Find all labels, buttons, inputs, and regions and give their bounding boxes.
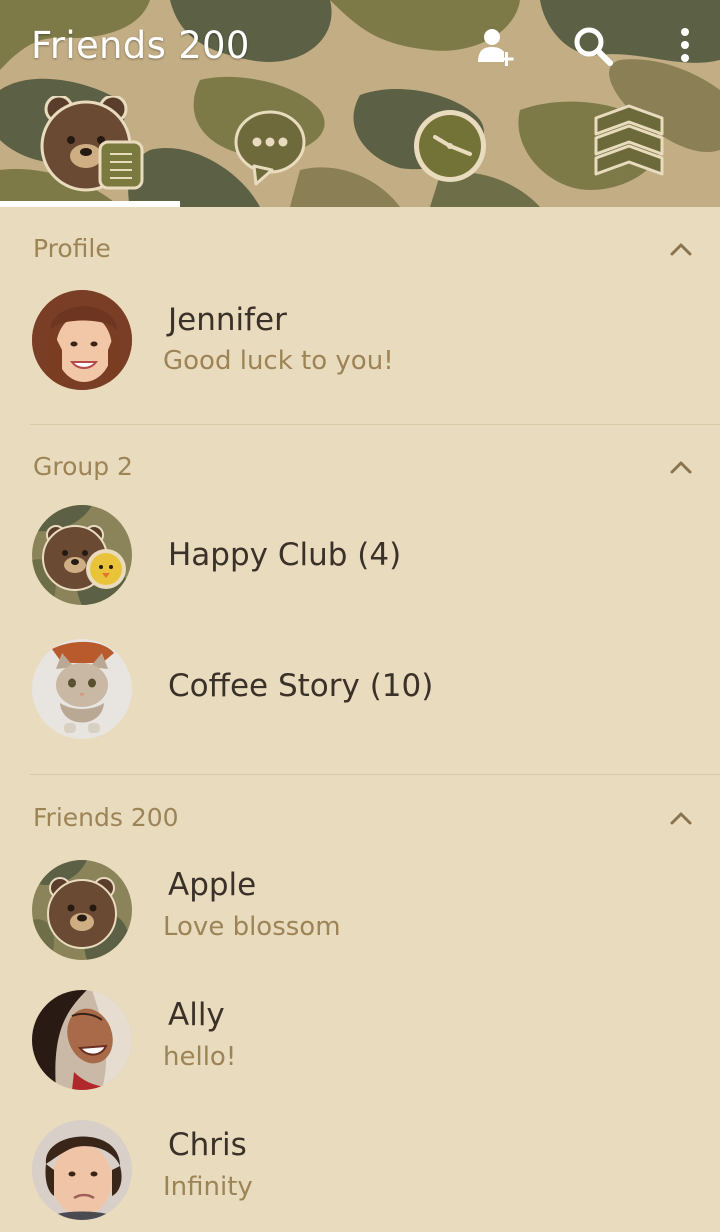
avatar[interactable] (32, 860, 132, 960)
more-options-icon[interactable] (663, 24, 707, 68)
avatar[interactable] (32, 990, 132, 1090)
friend-status: Good luck to you! (163, 346, 394, 376)
section-title: Friends 200 (33, 803, 179, 832)
add-friend-icon[interactable] (474, 24, 518, 68)
friend-name: Ally (168, 997, 225, 1033)
list-item-coffee-story[interactable]: Coffee Story (10) (0, 639, 720, 739)
chevron-up-icon[interactable] (668, 457, 694, 477)
list-item-chris[interactable]: Chris Infinity (0, 1120, 720, 1220)
selected-tab-indicator (0, 201, 180, 207)
list-item-ally[interactable]: Ally hello! (0, 990, 720, 1090)
chevron-up-icon[interactable] (668, 808, 694, 828)
section-title: Group 2 (33, 452, 133, 481)
app-header: Friends 200 (0, 0, 720, 207)
friend-name: Jennifer (168, 302, 287, 338)
friend-name: Chris (168, 1127, 247, 1163)
divider (30, 424, 720, 425)
section-header-groups[interactable]: Group 2 (0, 447, 720, 487)
friend-status: Infinity (163, 1172, 253, 1202)
friend-status: Love blossom (163, 912, 341, 942)
search-icon[interactable] (571, 24, 615, 68)
friends-tab-icon[interactable] (36, 94, 146, 200)
list-item-apple[interactable]: Apple Love blossom (0, 860, 720, 960)
chats-tab-icon[interactable] (232, 96, 312, 200)
section-title: Profile (33, 234, 111, 263)
list-item-jennifer[interactable]: Jennifer Good luck to you! (0, 290, 720, 390)
group-name: Happy Club (4) (168, 537, 402, 573)
friend-name: Apple (168, 867, 257, 903)
avatar[interactable] (32, 505, 132, 605)
avatar[interactable] (32, 290, 132, 390)
timeline-tab-icon[interactable] (410, 96, 490, 200)
chevron-up-icon[interactable] (668, 239, 694, 259)
friend-status: hello! (163, 1042, 237, 1072)
divider (30, 774, 720, 775)
avatar[interactable] (32, 1120, 132, 1220)
page-title: Friends 200 (31, 24, 250, 67)
group-name: Coffee Story (10) (168, 668, 434, 704)
section-header-friends[interactable]: Friends 200 (0, 798, 720, 838)
section-header-profile[interactable]: Profile (0, 229, 720, 269)
more-tab-icon[interactable] (592, 96, 666, 200)
avatar[interactable] (32, 639, 132, 739)
list-item-happy-club[interactable]: Happy Club (4) (0, 505, 720, 605)
